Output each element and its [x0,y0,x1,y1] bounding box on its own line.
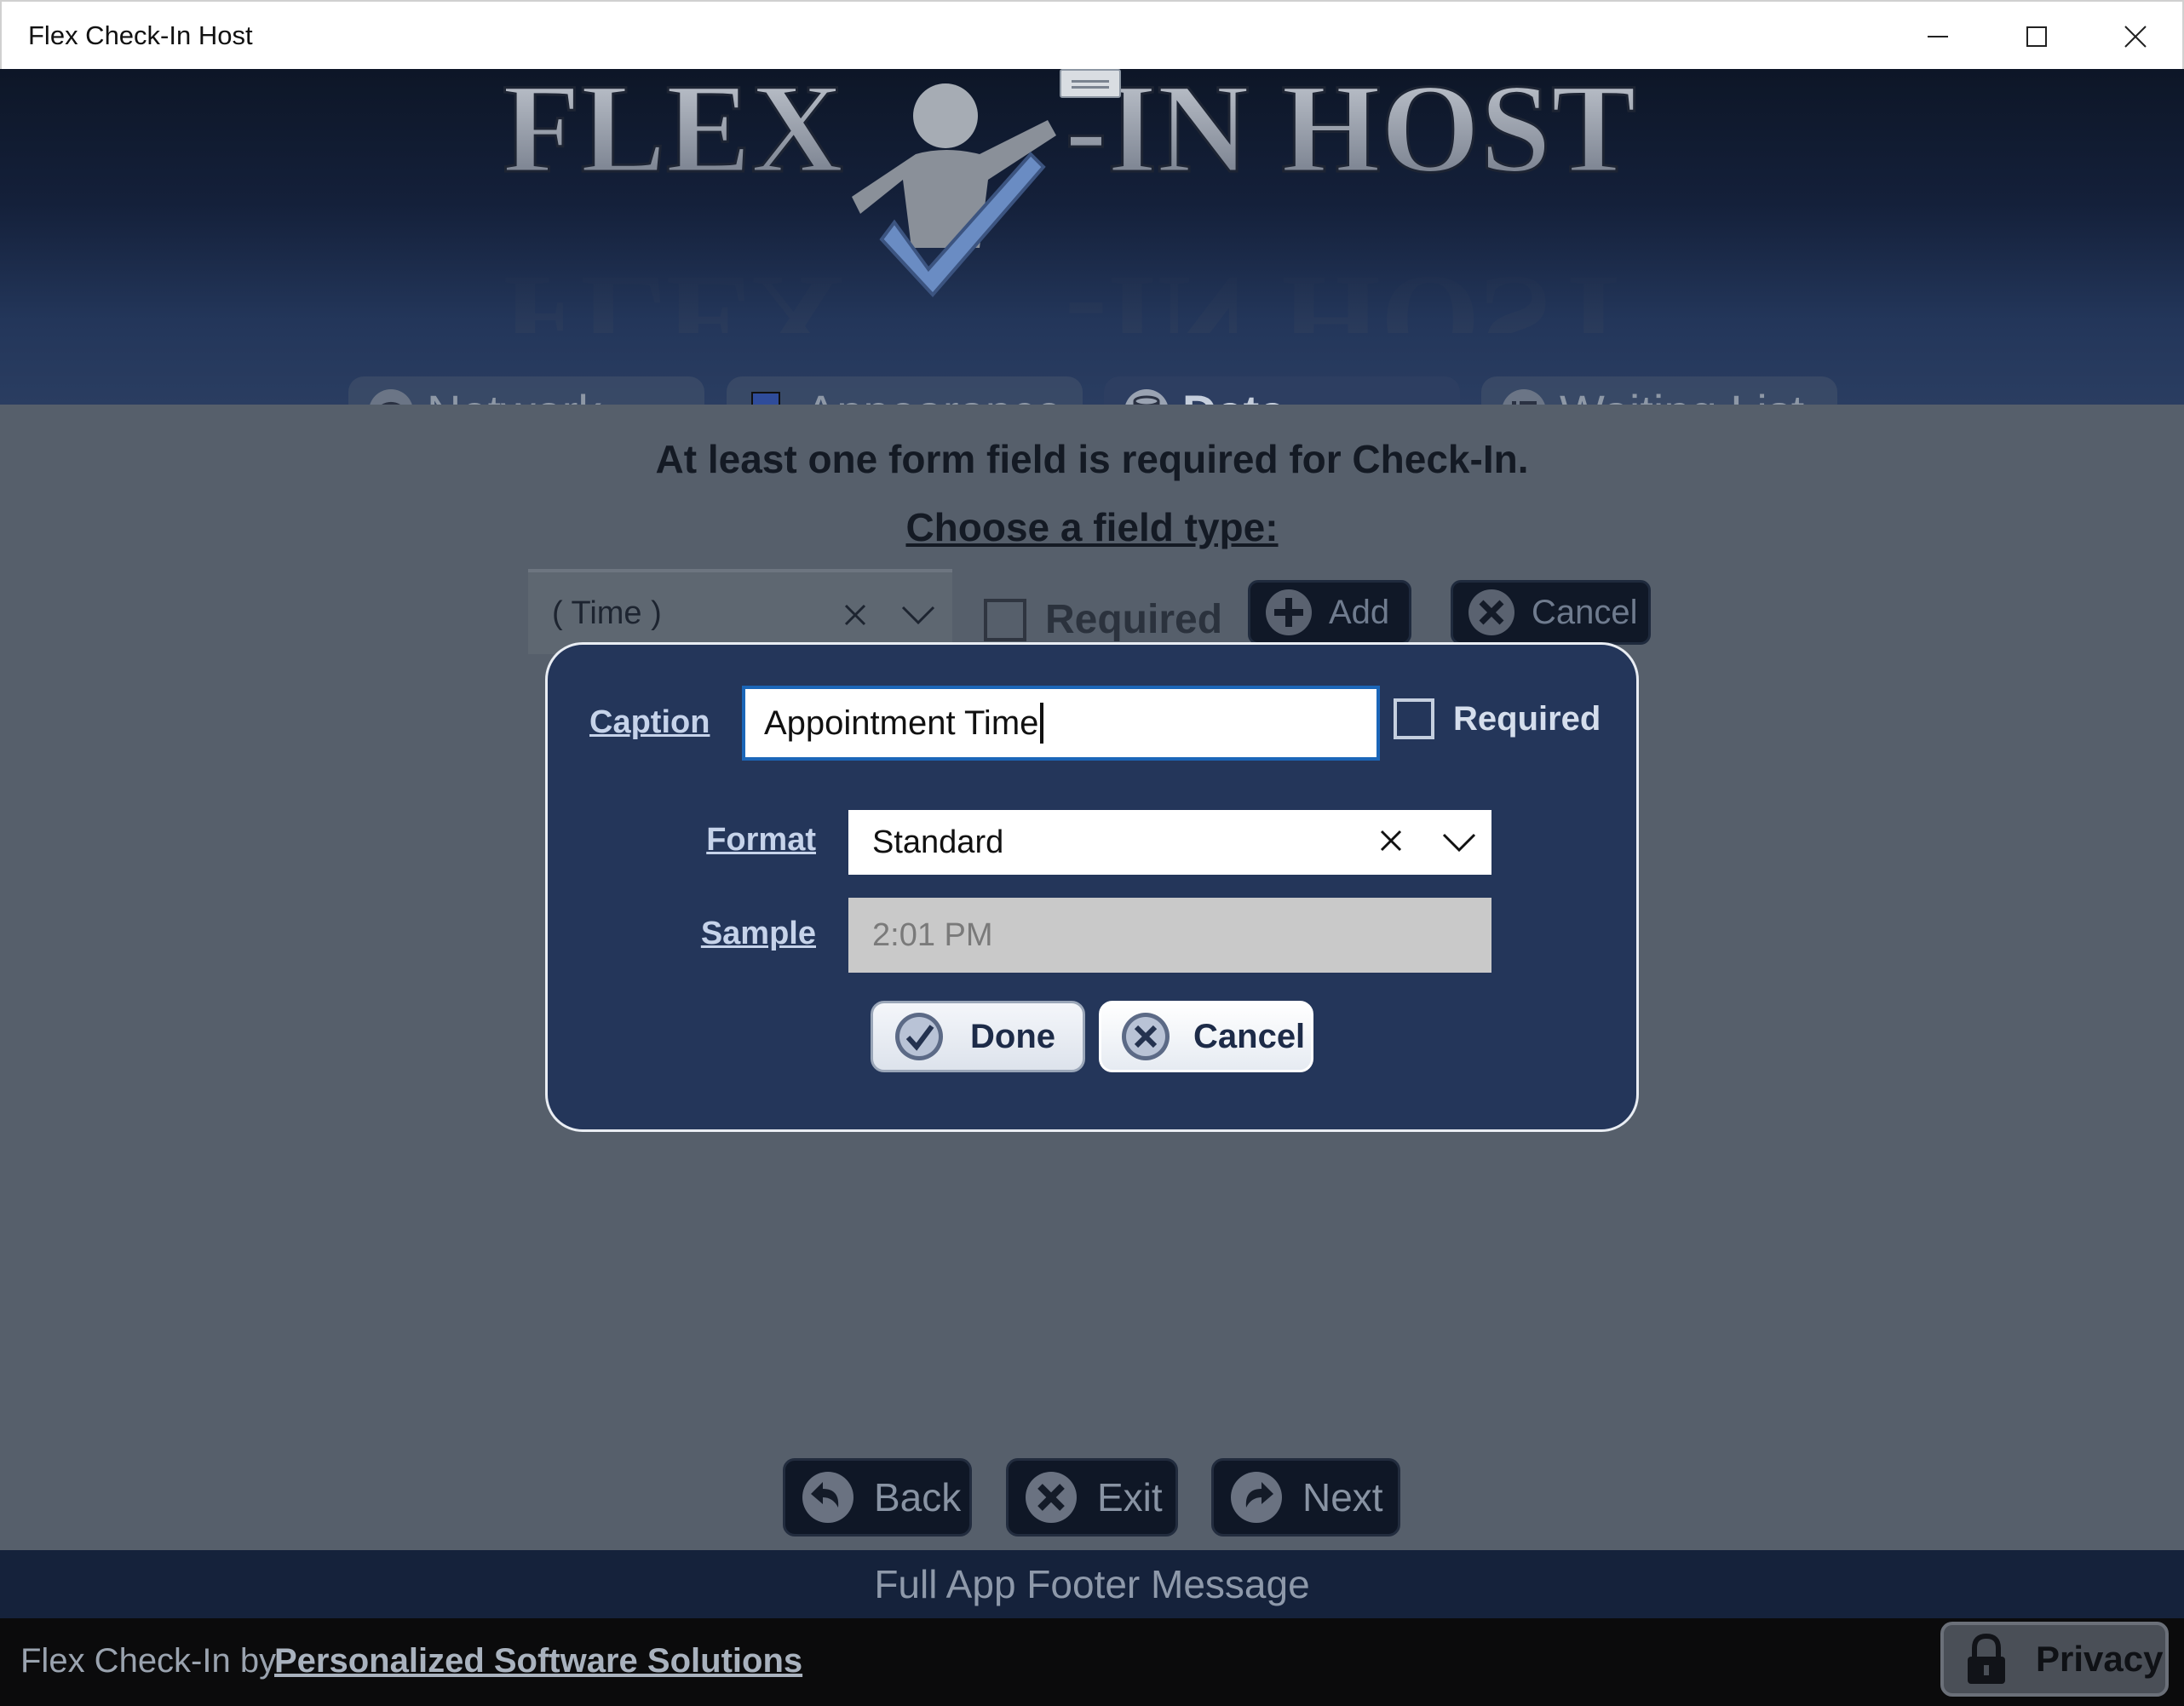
checkbox-box[interactable] [1394,698,1434,739]
clear-icon[interactable] [1379,829,1403,853]
checkmark-icon [895,1013,943,1060]
field-settings-dialog: Caption Appointment Time Required Format… [545,642,1639,1132]
database-icon [1125,389,1168,405]
company-link[interactable]: Personalized Software Solutions [274,1642,802,1680]
logo-text-right: -IN HOST [1065,69,1636,199]
back-button[interactable]: Back [783,1458,972,1537]
sample-label: Sample [700,916,816,951]
chevron-down-icon[interactable] [901,605,935,625]
privacy-button[interactable]: Privacy [1940,1622,2169,1697]
back-arrow-icon [802,1472,853,1523]
forward-arrow-icon [1231,1472,1282,1523]
caption-value: Appointment Time [764,704,1039,742]
maximize-button[interactable] [1990,2,2083,71]
tab-data[interactable]: Data [1104,376,1460,405]
app-logo: FLEX -IN HOST FLEX -IN HOST [501,69,1637,333]
exit-icon [1026,1472,1077,1523]
next-button[interactable]: Next [1211,1458,1400,1537]
sample-value: 2:01 PM [872,916,993,953]
cancel-icon [1468,589,1514,635]
footer-message: Full App Footer Message [0,1550,2184,1618]
required-label: Required [1453,699,1601,738]
tab-label: Waiting List [1560,384,1804,405]
wifi-icon [370,389,412,405]
sample-field: 2:01 PM [848,898,1491,973]
credit-text: Flex Check-In by [20,1642,277,1680]
tab-label: Network [427,384,601,405]
text-caret [1040,703,1044,744]
tab-appearance[interactable]: Appearance [727,376,1083,405]
footer-bar: Flex Check-In by Personalized Software S… [0,1618,2184,1706]
window-title: Flex Check-In Host [28,20,253,50]
caption-label: Caption [589,704,710,740]
checkbox-box[interactable] [984,598,1026,641]
minimize-icon [1928,35,1948,37]
format-value: Standard [872,824,1004,860]
field-required-checkbox[interactable]: Required [984,596,1222,643]
cancel-field-button[interactable]: Cancel [1451,580,1651,645]
done-button[interactable]: Done [871,1001,1085,1072]
window-titlebar: Flex Check-In Host [0,0,2184,69]
logo-text-left: FLEX [503,69,843,199]
format-label: Format [706,822,816,858]
maximize-icon [2026,26,2047,47]
drag-handle[interactable] [1060,69,1121,98]
svg-text:-IN HOST: -IN HOST [1065,250,1636,333]
clear-icon[interactable] [843,603,867,627]
choose-field-type-label: Choose a field type: [905,505,1279,549]
format-select[interactable]: Standard [848,810,1491,875]
cancel-icon [1122,1013,1170,1060]
tab-label: Appearance [805,384,1062,405]
required-field-message: At least one form field is required for … [655,437,1529,481]
close-window-button[interactable] [2089,2,2182,71]
field-type-value: ( Time ) [552,595,662,631]
exit-button[interactable]: Exit [1006,1458,1178,1537]
list-icon [1503,389,1545,405]
plus-icon [1266,589,1312,635]
tab-waiting-list[interactable]: Waiting List [1481,376,1837,405]
add-field-button[interactable]: Add [1248,580,1411,645]
close-icon [2124,25,2147,48]
required-label: Required [1045,597,1223,642]
chevron-down-icon[interactable] [1442,832,1476,853]
caption-input[interactable]: Appointment Time [742,686,1380,761]
app-header: FLEX -IN HOST FLEX -IN HOST Network Appe… [0,69,2184,405]
monitor-icon [751,392,780,405]
field-type-select[interactable]: ( Time ) [528,569,952,654]
dialog-required-checkbox[interactable]: Required [1394,698,1601,739]
checkmark-figure-icon [852,83,1056,297]
logo-reflection: FLEX -IN HOST [503,250,1636,333]
tab-label: Data [1182,384,1285,405]
tab-network[interactable]: Network [348,376,704,405]
dialog-cancel-button[interactable]: Cancel [1099,1001,1313,1072]
svg-text:FLEX: FLEX [503,250,843,333]
minimize-button[interactable] [1891,2,1985,71]
lock-icon [1968,1633,2005,1684]
